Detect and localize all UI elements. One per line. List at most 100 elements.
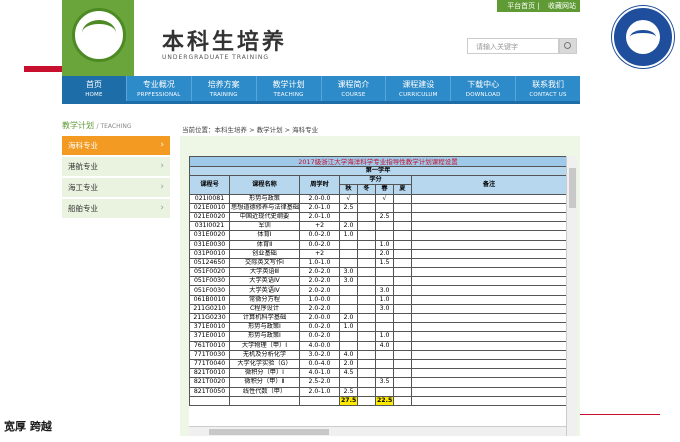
table-row: 061B0010 常微分方程 1.0-0.0 1.0 (189, 294, 568, 305)
cell-autumn (339, 331, 358, 342)
cell-summer (393, 358, 412, 370)
cell-spring: 2.5 (375, 211, 394, 223)
cell-code: 821T0050 (189, 386, 230, 397)
nav-professional[interactable]: 专业概况 PRPFESSIONAL (127, 76, 192, 101)
cell-winter (357, 257, 376, 269)
horizontal-scrollbar[interactable] (189, 426, 566, 436)
table-row: 211G0210 C程序设计 2.0-2.0 3.0 (189, 303, 568, 315)
cell-code: 031E0030 (189, 239, 230, 250)
website-screenshot: 本科生培养 UNDERGRADUATE TRAINING 请输入关键字 平台首页… (62, 0, 580, 442)
cell-summer (393, 221, 412, 232)
cell-hours: 4.0-1.0 (299, 368, 340, 379)
search-button[interactable] (559, 38, 577, 54)
search-input[interactable]: 请输入关键字 (467, 38, 559, 54)
site-title: 本科生培养 (162, 29, 288, 55)
cell-summer (393, 386, 412, 397)
cell-code: 021I0081 (189, 193, 230, 204)
cell-winter (357, 285, 376, 296)
cell-note (410, 331, 568, 342)
cell-summer (393, 267, 412, 278)
header-spring: 春 (375, 184, 394, 195)
cell-summer (393, 202, 412, 213)
total-cell (393, 395, 412, 406)
top-links: 平台首页 | 收藏网站 (497, 0, 580, 12)
nav-curriculum[interactable]: 课程建设 CURRICULUM (386, 76, 452, 101)
sidebar-item-ocean-engineering[interactable]: 海工专业 › (62, 178, 170, 197)
cell-hours: 4.0-0.0 (299, 340, 340, 351)
cell-spring (375, 358, 394, 370)
cell-code: 821T0010 (189, 368, 230, 379)
cell-autumn (339, 340, 358, 351)
cell-autumn (339, 239, 358, 250)
cell-autumn: 3.0 (339, 267, 358, 278)
cell-code: 051F0020 (189, 267, 230, 278)
cell-winter (357, 331, 376, 342)
cell-code: 771T0030 (189, 349, 230, 360)
cell-name: 形势与政策 (229, 193, 300, 204)
cell-hours: 2.0-2.0 (299, 276, 340, 287)
cell-spring (375, 368, 394, 379)
cell-hours: 2.0-2.0 (299, 285, 340, 296)
table-row: 031P0010 创业基础 +2 2.0 (189, 248, 568, 259)
cell-winter (357, 349, 376, 360)
cell-spring (375, 276, 394, 287)
sidebar-item-marine-science[interactable]: 海科专业 › (62, 136, 170, 155)
cell-note (410, 358, 568, 370)
nav-teaching[interactable]: 教学计划 TEACHING (257, 76, 322, 101)
chevron-right-icon: › (160, 182, 164, 192)
college-logo-icon[interactable] (62, 0, 134, 76)
cell-spring: 3.0 (375, 285, 394, 296)
cell-name: 形势与政策Ⅰ (229, 331, 300, 342)
cell-hours: 2.0-0.0 (299, 312, 340, 324)
vertical-scrollbar[interactable] (566, 156, 577, 436)
cell-note (410, 377, 568, 388)
cell-hours: +2 (299, 221, 340, 232)
cell-code: 051F0030 (189, 285, 230, 296)
cell-name: 创业基础 (229, 248, 300, 259)
cell-name: 线性代数（甲） (229, 386, 300, 397)
cell-code: 371E0010 (189, 331, 230, 342)
curriculum-table-viewer[interactable]: 2017級浙江大学海洋科学专业指导性教学计划课程设置 第一学年 课程号 课程名称… (189, 156, 577, 436)
cell-autumn: 1.0 (339, 322, 358, 333)
cell-hours: 0.0-2.0 (299, 239, 340, 250)
table-row: 021E0020 中国近现代史纲要 2.0-1.0 2.5 (189, 211, 568, 223)
cell-note (410, 322, 568, 333)
cell-spring (375, 322, 394, 333)
cell-name: 形势与政策Ⅰ (229, 322, 300, 333)
nav-course[interactable]: 课程简介 COURSE (322, 76, 387, 101)
cell-autumn: 2.5 (339, 386, 358, 397)
cell-note (410, 202, 568, 213)
nav-home[interactable]: 首页 HOME (62, 76, 127, 101)
cell-code: 211G0230 (189, 312, 230, 324)
cell-spring (375, 312, 394, 324)
cell-summer (393, 322, 412, 333)
sidebar-item-port-shipping[interactable]: 港航专业 › (62, 157, 170, 176)
chevron-right-icon: › (160, 161, 164, 171)
table-title: 2017級浙江大学海洋科学专业指导性教学计划课程设置 (189, 156, 568, 167)
cell-winter (357, 294, 376, 305)
nav-download[interactable]: 下载中心 DOWNLOAD (451, 76, 517, 101)
cell-note (410, 267, 568, 278)
link-platform-home[interactable]: 平台首页 (507, 2, 535, 10)
link-bookmark[interactable]: 收藏网站 (548, 2, 576, 10)
cell-name: 计算机科学基础 (229, 312, 300, 324)
cell-autumn (339, 211, 358, 223)
cell-winter (357, 239, 376, 250)
table-row: 051F0030 大学英语Ⅳ 2.0-2.0 3.0 (189, 285, 568, 296)
cell-autumn (339, 285, 358, 296)
total-cell (410, 395, 568, 406)
cell-autumn (339, 294, 358, 305)
total-cell (229, 395, 300, 406)
cell-summer (393, 276, 412, 287)
cell-summer (393, 294, 412, 305)
cell-hours: 1.0-0.0 (299, 294, 340, 305)
cell-code: 371E0010 (189, 322, 230, 333)
table-row: 771T0040 大学化学实验（G） 0.0-4.0 2.0 (189, 358, 568, 370)
table-row: 211G0230 计算机科学基础 2.0-0.0 2.0 (189, 312, 568, 324)
nav-training[interactable]: 培养方案 TRAINING (192, 76, 257, 101)
cell-winter (357, 377, 376, 388)
sidebar-item-naval-architecture[interactable]: 船舶专业 › (62, 199, 170, 218)
cell-winter (357, 267, 376, 278)
nav-contact[interactable]: 联系我们 CONTACT US (516, 76, 580, 101)
cell-name: 大学英语Ⅲ (229, 267, 300, 278)
